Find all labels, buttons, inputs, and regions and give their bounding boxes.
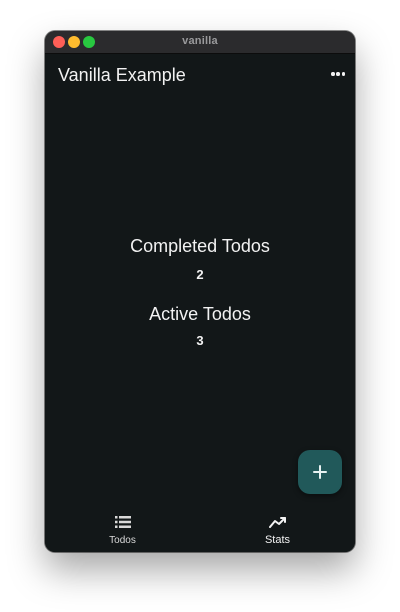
active-todos-label: Active Todos — [149, 304, 251, 324]
plus-icon — [313, 465, 327, 479]
tab-stats-label: Stats — [264, 534, 291, 546]
tab-todos-label: Todos — [109, 535, 136, 546]
add-todo-button[interactable] — [298, 450, 342, 494]
trending-up-icon — [268, 515, 287, 529]
completed-todos-label: Completed Todos — [130, 236, 270, 256]
completed-todos-count: 2 — [196, 267, 204, 282]
tab-stats[interactable]: Stats — [200, 506, 355, 552]
app-window: vanilla Vanilla Example Completed Todos … — [45, 31, 355, 552]
active-todos-count: 3 — [196, 333, 204, 348]
tab-todos[interactable]: Todos — [45, 506, 200, 552]
bottom-navigation: Todos Stats — [45, 506, 355, 552]
list-icon — [114, 515, 131, 529]
